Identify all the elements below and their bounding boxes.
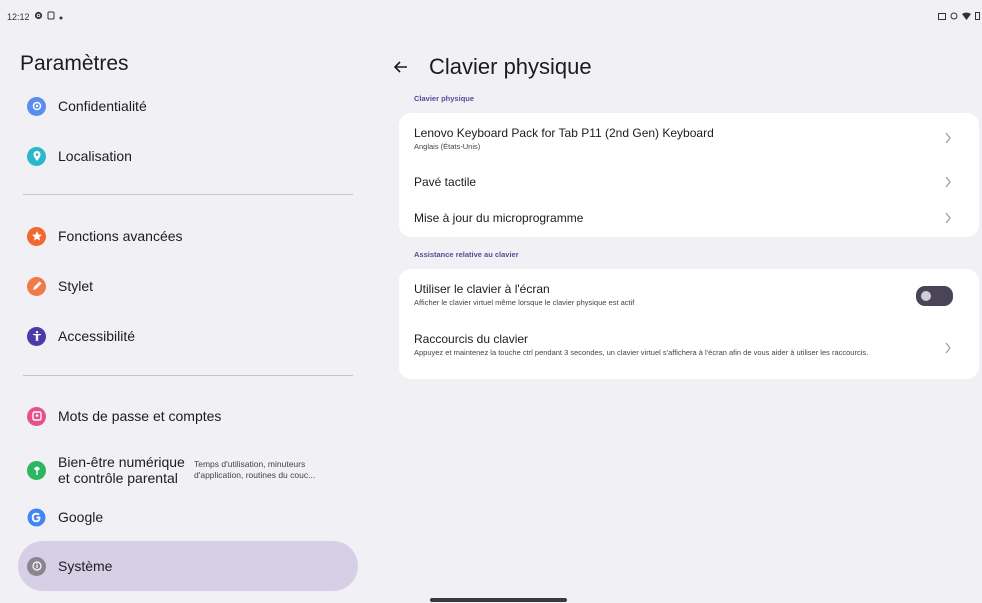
physical-keyboard-card: Lenovo Keyboard Pack for Tab P11 (2nd Ge… — [399, 113, 979, 237]
sidebar-item-advanced[interactable]: Fonctions avancées — [18, 216, 358, 256]
sidebar-item-label: Accessibilité — [58, 328, 136, 344]
keyboard-layout: Anglais (États-Unis) — [414, 142, 481, 151]
back-arrow-icon[interactable] — [392, 58, 410, 76]
divider — [23, 194, 353, 195]
sidebar-item-stylus[interactable]: Stylet — [18, 266, 358, 306]
chevron-right-icon — [945, 212, 951, 224]
home-indicator[interactable] — [430, 598, 567, 602]
keyboard-assistance-card: Utiliser le clavier à l'écran Afficher l… — [399, 269, 979, 379]
firmware-row[interactable]: Mise à jour du microprogramme — [414, 211, 979, 225]
onscreen-keyboard-toggle[interactable] — [916, 286, 953, 306]
page-title: Paramètres — [20, 52, 129, 75]
location-icon — [27, 146, 46, 166]
sidebar-item-label: Fonctions avancées — [58, 228, 183, 244]
pen-icon — [27, 276, 46, 296]
battery-icon — [975, 12, 980, 22]
status-time: 12:12 — [7, 11, 30, 22]
shortcuts-desc: Appuyez et maintenez la touche ctrl pend… — [414, 348, 869, 357]
sidebar-item-label: Bien-être numérique et contrôle parental — [58, 454, 185, 486]
sidebar-item-label: Système — [58, 558, 113, 574]
firmware-title: Mise à jour du microprogramme — [414, 211, 584, 225]
sidebar-item-passwords[interactable]: Mots de passe et comptes — [18, 396, 358, 436]
sidebar-item-sublabel: Temps d'utilisation, minuteurs d'applica… — [194, 459, 316, 480]
sidebar-item-privacy[interactable]: Confidentialité — [18, 86, 358, 126]
sidebar-item-label: Localisation — [58, 148, 132, 164]
status-left: 12:12 — [7, 11, 63, 22]
wellbeing-icon — [27, 460, 46, 480]
shortcuts-title: Raccourcis du clavier — [414, 332, 529, 346]
notification-icon — [47, 11, 55, 22]
sidebar-item-label: Mots de passe et comptes — [58, 408, 222, 424]
status-right — [938, 12, 980, 22]
divider — [23, 375, 353, 376]
dot-icon — [59, 12, 63, 22]
toggle-thumb — [921, 291, 931, 301]
keyboard-title: Lenovo Keyboard Pack for Tab P11 (2nd Ge… — [414, 126, 714, 140]
sidebar-item-accessibility[interactable]: Accessibilité — [18, 316, 358, 356]
key-icon — [27, 406, 46, 426]
chevron-right-icon — [945, 176, 951, 188]
onscreen-keyboard-desc: Afficher le clavier virtuel même lorsque… — [414, 298, 635, 307]
touchpad-title: Pavé tactile — [414, 175, 477, 189]
wifi-icon — [962, 12, 971, 22]
accessibility-icon — [27, 326, 46, 346]
chevron-right-icon — [945, 132, 951, 144]
section-header-keyboard-assistance: Assistance relative au clavier — [414, 250, 519, 259]
star-icon — [27, 226, 46, 246]
status-bar: 12:12 — [0, 0, 982, 22]
sidebar-item-system[interactable]: Système — [18, 541, 358, 591]
onscreen-keyboard-row[interactable]: Utiliser le clavier à l'écran Afficher l… — [414, 282, 979, 307]
sidebar-item-label: Confidentialité — [58, 98, 147, 114]
sidebar-item-wellbeing[interactable]: Bien-être numérique et contrôle parental… — [18, 448, 358, 492]
sidebar-item-location[interactable]: Localisation — [18, 136, 358, 176]
cast-icon — [938, 12, 946, 22]
section-header-physical-keyboard: Clavier physique — [414, 94, 475, 103]
detail-title: Clavier physique — [429, 54, 592, 79]
sidebar-item-label: Google — [58, 509, 104, 525]
keyboard-shortcuts-row[interactable]: Raccourcis du clavier Appuyez et mainten… — [414, 332, 979, 357]
info-icon — [27, 556, 46, 576]
sidebar-item-google[interactable]: Google — [18, 497, 358, 537]
gear-icon — [34, 11, 43, 22]
google-icon — [27, 507, 46, 527]
privacy-icon — [27, 96, 46, 116]
keyboard-row[interactable]: Lenovo Keyboard Pack for Tab P11 (2nd Ge… — [414, 126, 979, 151]
onscreen-keyboard-title: Utiliser le clavier à l'écran — [414, 282, 550, 296]
sidebar-item-label: Stylet — [58, 278, 94, 294]
rotate-icon — [950, 12, 958, 22]
chevron-right-icon — [945, 342, 951, 354]
touchpad-row[interactable]: Pavé tactile — [414, 175, 979, 189]
